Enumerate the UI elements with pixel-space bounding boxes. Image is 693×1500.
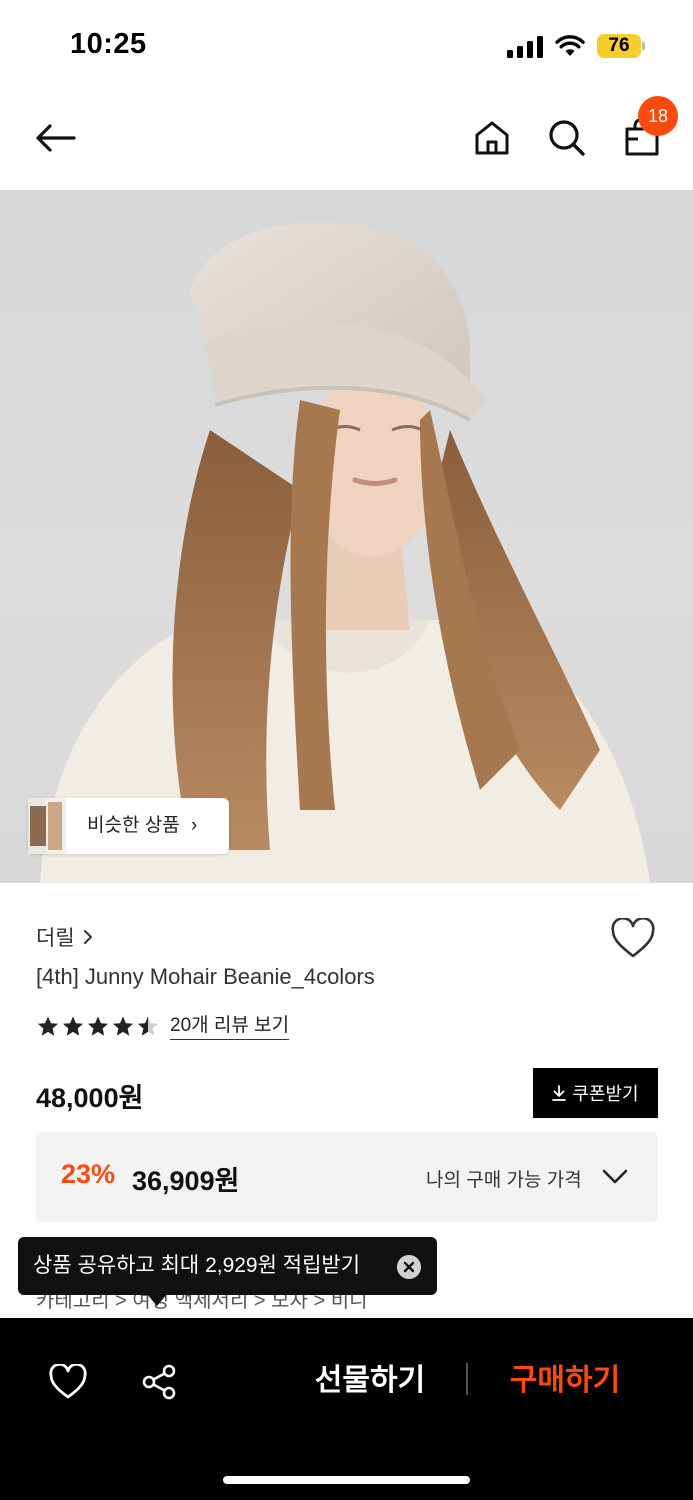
product-title: [4th] Junny Mohair Beanie_4colors <box>36 964 375 989</box>
wishlist-heart-icon[interactable] <box>610 918 656 960</box>
coupon-button[interactable]: 쿠폰받기 <box>533 1068 658 1118</box>
share-icon <box>142 1364 176 1400</box>
review-link[interactable]: 20개 리뷰 보기 <box>170 1015 290 1040</box>
status-bar: 10:25 76 <box>0 0 693 90</box>
star-icon <box>88 1016 108 1036</box>
battery-level: 76 <box>608 35 630 56</box>
chevron-right-icon <box>83 930 92 944</box>
tooltip-text: 상품 공유하고 최대 2,929원 적립받기 <box>33 1254 361 1277</box>
signal-icon <box>507 36 543 58</box>
rating-row: 20개 리뷰 보기 <box>36 1012 290 1042</box>
back-arrow-icon <box>36 124 76 152</box>
my-price-panel[interactable]: 23% 36,909원 나의 구매 가능 가격 <box>36 1132 658 1222</box>
similar-products-label: 비슷한 상품 › <box>87 815 198 836</box>
share-button[interactable] <box>137 1360 181 1404</box>
rating-stars <box>36 1015 160 1039</box>
download-icon <box>552 1085 567 1101</box>
battery-icon: 76 <box>597 34 647 58</box>
close-icon[interactable] <box>397 1255 421 1279</box>
brand-name: 더릴 <box>36 927 75 950</box>
my-price-label: 나의 구매 가능 가격 <box>426 1170 582 1191</box>
coupon-label: 쿠폰받기 <box>572 1084 639 1104</box>
bottom-wishlist-button[interactable] <box>46 1360 90 1404</box>
cart-count-badge: 18 <box>638 96 678 136</box>
tooltip-arrow <box>147 1294 167 1306</box>
button-divider <box>466 1363 468 1395</box>
product-photo-illustration <box>40 222 650 883</box>
bottom-action-bar: 선물하기 구매하기 <box>0 1318 693 1500</box>
top-nav <box>0 90 693 190</box>
chevron-right-icon: › <box>190 815 198 836</box>
sale-price: 36,909원 <box>132 1166 240 1196</box>
star-icon <box>38 1016 58 1036</box>
wifi-icon <box>555 35 585 56</box>
search-icon <box>549 120 585 156</box>
original-price: 48,000원 <box>36 1083 144 1113</box>
discount-rate: 23% <box>61 1159 116 1189</box>
gift-button[interactable]: 선물하기 <box>300 1356 440 1406</box>
search-button[interactable] <box>537 90 597 186</box>
back-button[interactable] <box>26 90 86 186</box>
similar-products-button[interactable]: 비슷한 상품 › <box>28 798 229 854</box>
star-icon <box>113 1016 133 1036</box>
brand-link[interactable]: 더릴 <box>36 922 93 952</box>
home-icon <box>475 121 509 155</box>
product-image[interactable] <box>0 190 693 883</box>
heart-icon <box>49 1364 87 1399</box>
star-icon <box>138 1016 158 1036</box>
home-indicator <box>223 1476 470 1484</box>
star-icon <box>63 1016 83 1036</box>
home-button[interactable] <box>462 90 522 186</box>
status-time: 10:25 <box>70 28 147 60</box>
chevron-down-icon <box>602 1169 628 1184</box>
buy-button[interactable]: 구매하기 <box>495 1356 635 1406</box>
similar-products-thumbnails <box>28 798 66 854</box>
share-reward-tooltip: 상품 공유하고 최대 2,929원 적립받기 <box>18 1237 437 1295</box>
